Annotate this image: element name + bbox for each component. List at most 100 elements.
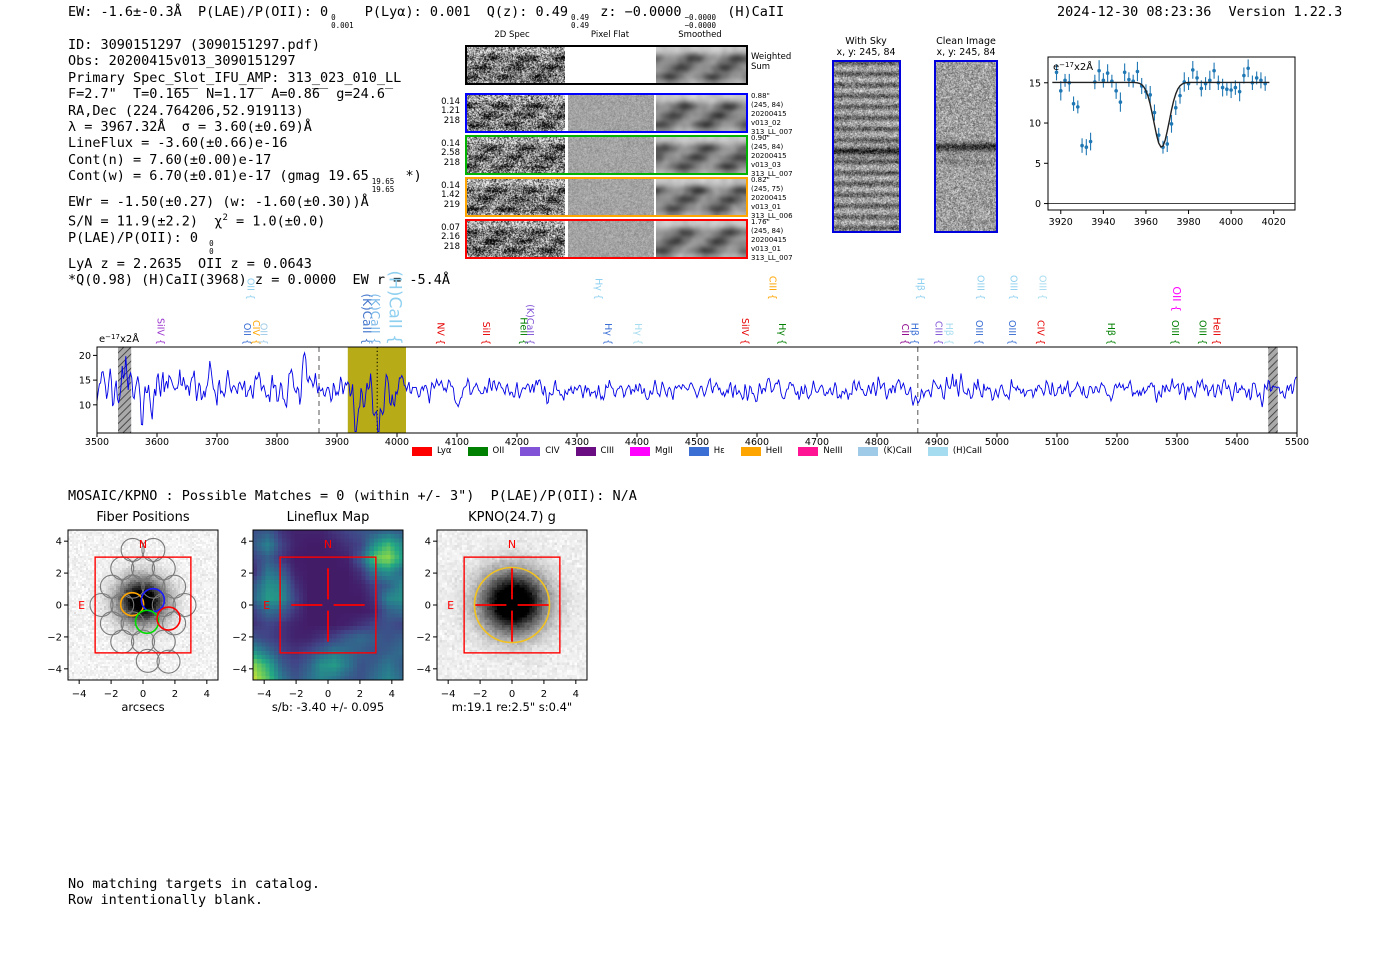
legend-swatch: [629, 446, 650, 456]
cutout-row-left-labels: 0.14 1.42 219: [441, 181, 460, 210]
svg-text:2: 2: [357, 689, 363, 700]
svg-text:−4: −4: [441, 689, 456, 700]
svg-text:20: 20: [79, 351, 91, 362]
svg-text:2: 2: [541, 689, 547, 700]
cutout-image: [656, 221, 746, 257]
info-line-2: Obs: 20200415v013_3090151297: [68, 53, 450, 69]
kpno_g-image: [437, 530, 587, 680]
spectral-line-label-OIII: OIII {: [1197, 320, 1208, 345]
svg-text:2: 2: [172, 689, 178, 700]
legend-label: HeII: [765, 446, 783, 456]
legend-label: (H)CaII: [952, 446, 983, 456]
cutout-row-3: [465, 177, 748, 217]
cutout-image: [656, 179, 746, 215]
header-timestamp-block: 2024-12-30 08:23:36 Version 1.22.3: [1057, 4, 1342, 20]
text-segment: Cont(w) = 6.70(±0.01)e-17 (gmag 19.65: [68, 168, 369, 185]
cutout-row-left-labels: 0.14 2.58 218: [441, 139, 460, 168]
legend-item-CIV: CIV: [520, 446, 560, 456]
svg-text:3940: 3940: [1091, 217, 1115, 228]
svg-text:10: 10: [79, 400, 91, 411]
cutout-row-2: [465, 135, 748, 175]
spectral-line-label-SiIV: SiIV {: [154, 318, 165, 345]
spectral-line-label-OIII: OIII {: [1006, 320, 1017, 345]
fiber_positions-image: [68, 530, 218, 680]
legend-item-Lyα: Lyα: [411, 446, 452, 456]
stack-sub: 0.001: [331, 20, 354, 30]
footer-line-2: Row intentionally blank.: [68, 892, 264, 908]
spectral-line-label-CIII: CIII {: [933, 321, 944, 345]
info-line-9: Cont(w) = 6.70(±0.01)e-17 (gmag 19.65 19.…: [68, 168, 450, 194]
cutout-image: [568, 95, 654, 131]
cutout-row-4: [465, 219, 748, 259]
legend-swatch: [411, 446, 432, 456]
legend-item-HeII: HeII: [740, 446, 783, 456]
svg-text:0: 0: [325, 689, 331, 700]
cutout-col-header: 2D Spec: [494, 30, 530, 40]
clean-image-title: Clean Image x, y: 245, 84: [901, 36, 1031, 58]
text-segment: EW: -1.6±-0.3Å P(LAE)/P(OII): 0: [68, 4, 329, 20]
text-segment: z: −0.0000: [592, 4, 682, 20]
cutout-row-left-labels: 0.07 2.16 218: [441, 223, 460, 252]
svg-text:0: 0: [140, 689, 146, 700]
svg-text:−4: −4: [47, 664, 62, 675]
info-line-8: Cont(n) = 7.60(±0.00)e-17: [68, 152, 450, 168]
spectral-line-label-(K)CaII: (K)CaII {: [524, 304, 535, 345]
cutout-image: [467, 47, 565, 83]
svg-text:2: 2: [56, 569, 62, 580]
full-spectrum-plot: 3500 3600 3700 3800 3900 4000 4100 4200 4300 4400…: [79, 270, 1309, 448]
svg-text:−2: −2: [289, 689, 304, 700]
emission-line-legend: Lyα OII CIV CIII MgII Hε HeII NeIII (K)CaII (H)Ca…: [97, 446, 1297, 456]
spectral-line-label-OIII: OIII {: [975, 275, 986, 300]
info-line-11: S/N = 11.9(±2.2) χ2 = 1.0(±0.0): [68, 210, 450, 230]
svg-text:2: 2: [425, 569, 431, 580]
cutout-row-right-labels: 0.88" (245, 84) 20200415 v013_02 313_LL_…: [751, 92, 793, 136]
legend-swatch: [798, 446, 819, 456]
svg-text:4: 4: [204, 689, 210, 700]
svg-text:4: 4: [425, 537, 431, 548]
svg-text:0: 0: [425, 601, 431, 612]
spectral-line-label-Hγ: Hγ {: [592, 278, 603, 300]
spectral-line-label-OIII: OIII {: [1008, 275, 1019, 300]
svg-text:−4: −4: [232, 664, 247, 675]
legend-swatch: [858, 446, 879, 456]
legend-label: CIV: [545, 446, 560, 456]
stacked-fraction: 0 0.001: [331, 14, 354, 30]
lineflux_map-xlabel: s/b: -3.40 +/- 0.095: [272, 700, 384, 714]
cutout-row-0: [465, 45, 748, 85]
svg-text:3920: 3920: [1049, 217, 1073, 228]
footer-line-1: No matching targets in catalog.: [68, 876, 320, 892]
clean-image-coords: x, y: 245, 84: [936, 47, 996, 58]
spectral-line-label-CII: CII {: [899, 324, 910, 345]
stack-sub: 0: [209, 246, 214, 256]
spectral-line-label-Hβ: Hβ {: [943, 323, 954, 345]
svg-text:4: 4: [389, 689, 395, 700]
info-line-5: RA,Dec (224.764206,52.919113): [68, 103, 450, 119]
text-segment: λ = 3967.32Å σ = 3.60(±0.69)Å: [68, 119, 312, 136]
report-version: Version 1.22.3: [1228, 4, 1343, 20]
svg-text:−4: −4: [416, 664, 431, 675]
svg-text:10: 10: [1030, 119, 1041, 130]
svg-text:0: 0: [1035, 199, 1041, 210]
header-measurements: EW: -1.6±-0.3Å P(LAE)/P(OII): 0 0 0.001 P(…: [68, 4, 784, 30]
svg-text:−4: −4: [257, 689, 272, 700]
spectral-line-label-SiII: SiII {: [480, 322, 491, 345]
legend-item-Hε: Hε: [688, 446, 725, 456]
cutout-image: [568, 137, 654, 173]
cutout-row-right-labels: 0.90" (245, 84) 20200415 v013_03 313_LL_…: [751, 134, 793, 178]
stacked-fraction: 19.65 19.65: [372, 178, 395, 194]
legend-item-MgII: MgII: [629, 446, 673, 456]
spectral-line-label-OII: OII {: [244, 278, 255, 300]
legend-item-NeIII: NeIII: [798, 446, 842, 456]
svg-text:−2: −2: [416, 632, 431, 643]
fiber_positions-title: Fiber Positions: [96, 510, 189, 525]
info-line-4: F=2.7" T=0.1̅6̅5̅ N=1.1̅7̅ A=0.8̅6̅ g=24…: [68, 86, 450, 102]
cutout-image: [467, 137, 565, 173]
spectral-line-label-CIV: CIV {: [1035, 320, 1046, 345]
svg-text:2: 2: [241, 569, 247, 580]
spectral-line-label-CIII: CIII {: [766, 276, 777, 300]
lineflux_map-title: Lineflux Map: [287, 510, 370, 525]
legend-item-(H)CaII: (H)CaII: [927, 446, 983, 456]
clean-image-label: Clean Image: [936, 36, 996, 47]
cutout-col-header: Smoothed: [678, 30, 722, 40]
spectral-line-label-OIII: OIII {: [1036, 275, 1047, 300]
